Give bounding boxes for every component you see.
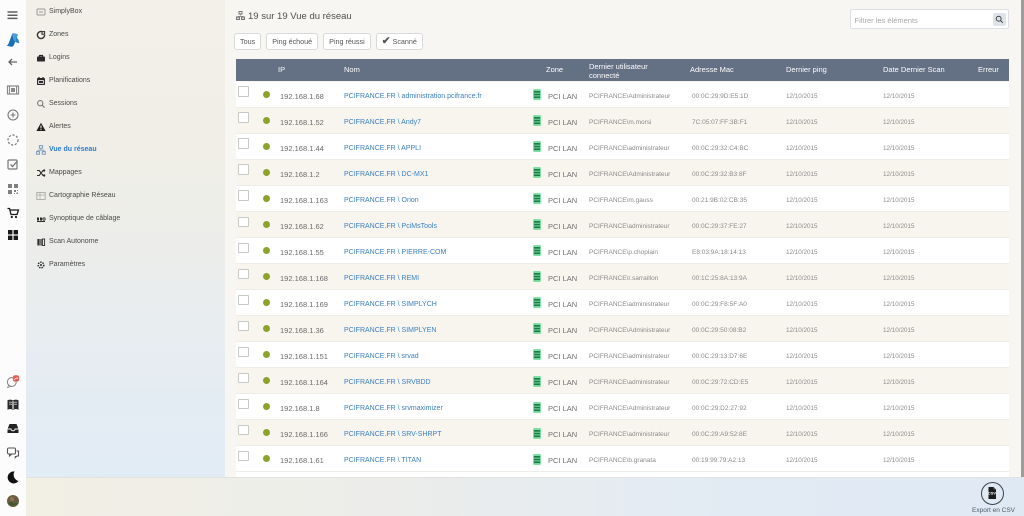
svg-text:CSV: CSV xyxy=(988,491,997,496)
